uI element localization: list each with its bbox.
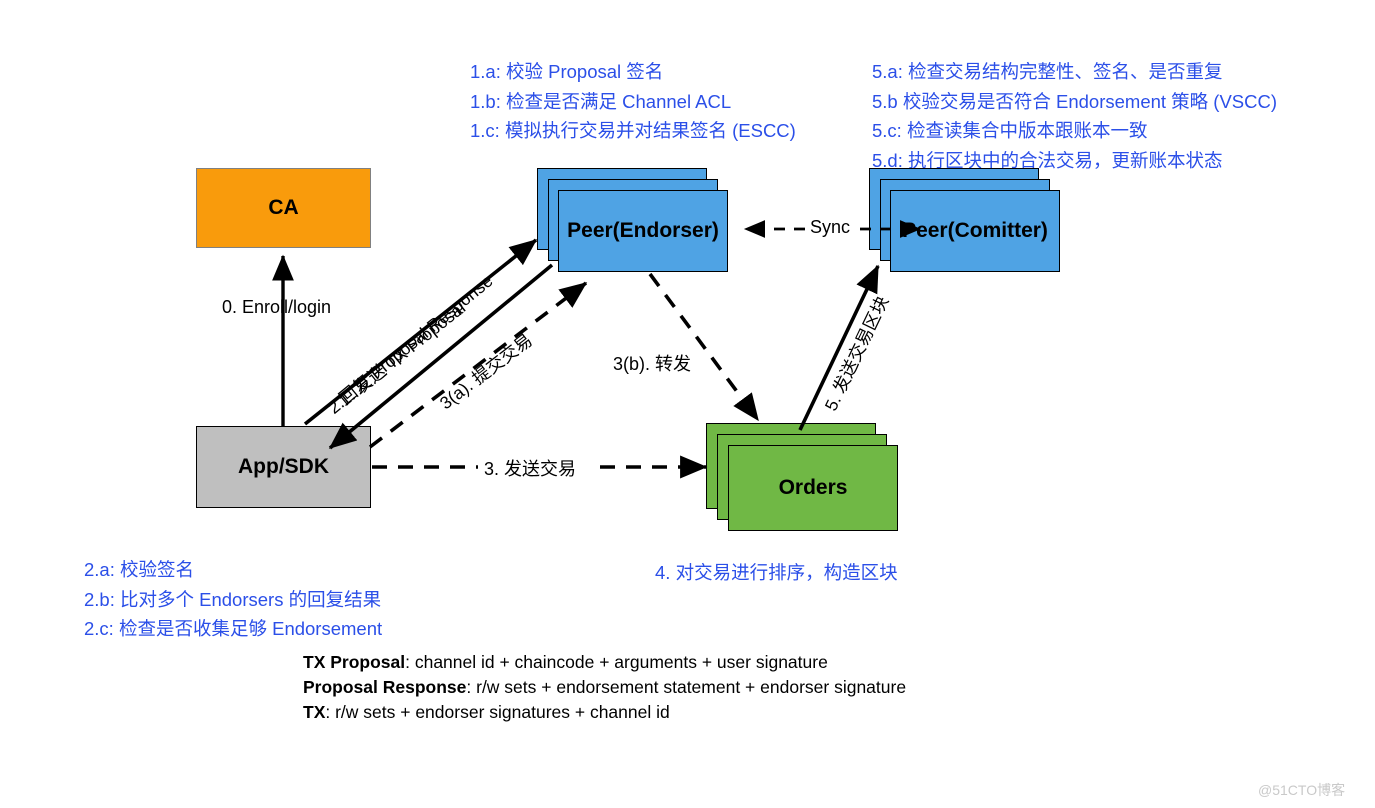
annotation-app-line-1: 2.a: 校验签名 — [84, 559, 194, 580]
edge-label-sync: Sync — [810, 217, 851, 237]
legend-term-tx-proposal: TX Proposal — [303, 652, 406, 672]
annotation-endorser-line-3: 1.c: 模拟执行交易并对结果签名 (ESCC) — [470, 120, 796, 141]
node-peer-endorser-label: Peer(Endorser) — [567, 219, 719, 242]
annotation-app-line-3: 2.c: 检查是否收集足够 Endorsement — [84, 618, 383, 639]
edge-label-send-tx: 3. 发送交易 — [484, 459, 577, 479]
annotation-app-steps: 2.a: 校验签名 2.b: 比对多个 Endorsers 的回复结果 2.c:… — [84, 555, 382, 644]
annotation-endorser-line-2: 1.b: 检查是否满足 Channel ACL — [470, 90, 732, 112]
node-ca: CA — [196, 168, 371, 248]
diagram-canvas: 1.a: 校验 Proposal 签名 1.b: 检查是否满足 Channel … — [0, 0, 1375, 808]
node-orders-label: Orders — [778, 476, 848, 499]
legend-desc-tx: : r/w sets + endorser signatures + chann… — [325, 702, 670, 722]
annotation-app-line-2: 2.b: 比对多个 Endorsers 的回复结果 — [84, 588, 382, 610]
legend-term-tx: TX — [303, 702, 326, 722]
legend-desc-proposal-response: : r/w sets + endorsement statement + end… — [466, 677, 907, 697]
edge-label-enroll-login: 0. Enroll/login — [222, 297, 332, 317]
node-peer-comitter-label: Peer(Comitter) — [902, 219, 1048, 242]
legend-row-tx: TX: r/w sets + endorser signatures + cha… — [303, 700, 906, 725]
legend: TX Proposal: channel id + chaincode + ar… — [303, 650, 906, 725]
watermark: @51CTO博客 — [1258, 782, 1346, 798]
edge-label-send-block: 5. 发送交易区块 — [820, 292, 893, 414]
legend-row-proposal-response: Proposal Response: r/w sets + endorsemen… — [303, 675, 906, 700]
annotation-comitter-line-2: 5.b 校验交易是否符合 Endorsement 策略 (VSCC) — [872, 90, 1278, 112]
annotation-comitter-steps: 5.a: 检查交易结构完整性、签名、是否重复 5.b 校验交易是否符合 Endo… — [872, 57, 1277, 175]
annotation-endorser-steps: 1.a: 校验 Proposal 签名 1.b: 检查是否满足 Channel … — [470, 57, 796, 146]
annotation-orders: 4. 对交易进行排序，构造区块 — [655, 562, 898, 583]
node-ca-label: CA — [268, 196, 299, 219]
legend-row-tx-proposal: TX Proposal: channel id + chaincode + ar… — [303, 650, 906, 675]
node-peer-endorser: Peer(Endorser) — [558, 190, 728, 272]
edge-label-submit-tx: 3(a). 提交交易 — [435, 329, 536, 414]
node-orders: Orders — [728, 445, 898, 531]
annotation-comitter-line-3: 5.c: 检查读集合中版本跟账本一致 — [872, 120, 1148, 141]
annotation-endorser-line-1: 1.a: 校验 Proposal 签名 — [470, 61, 664, 82]
legend-term-proposal-response: Proposal Response — [303, 677, 467, 697]
arrow-forward — [648, 272, 760, 422]
node-app-sdk: App/SDK — [196, 426, 371, 508]
node-app-sdk-label: App/SDK — [238, 455, 329, 478]
node-peer-comitter: Peer(Comitter) — [890, 190, 1060, 272]
edge-label-forward: 3(b). 转发 — [613, 354, 692, 374]
legend-desc-tx-proposal: : channel id + chaincode + arguments + u… — [405, 652, 828, 672]
annotation-comitter-line-1: 5.a: 检查交易结构完整性、签名、是否重复 — [872, 61, 1223, 82]
